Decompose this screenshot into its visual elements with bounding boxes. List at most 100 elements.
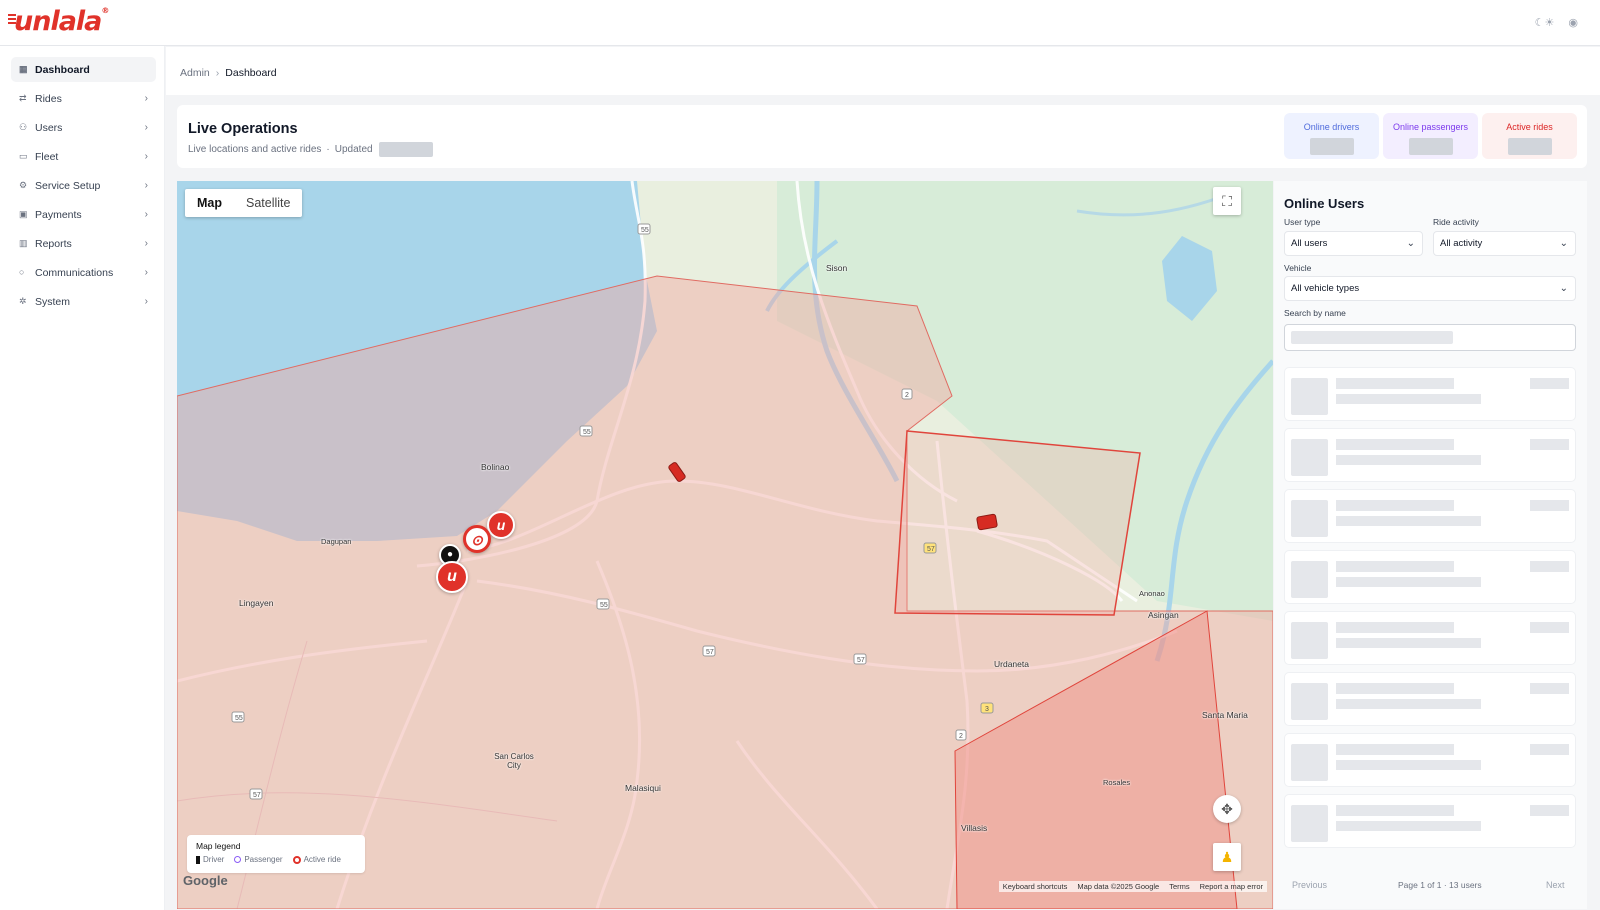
wallet-icon: ▣ — [19, 209, 28, 219]
map-place-label: Bolinao — [481, 462, 510, 472]
road-label: 55 — [641, 227, 649, 234]
online-users-panel: Online Users User type All users ⌄ Ride a… — [1274, 181, 1587, 909]
gear-icon: ✲ — [19, 296, 27, 306]
chevron-right-icon: › — [144, 238, 148, 249]
user-list-item-skeleton[interactable] — [1284, 367, 1576, 421]
active-ride-marker[interactable]: u — [436, 561, 468, 593]
chevron-right-icon: › — [144, 122, 148, 133]
user-type-label: User type — [1284, 217, 1321, 227]
sidebar-item-fleet[interactable]: ▭ Fleet › — [11, 144, 156, 169]
breadcrumb-current: Dashboard — [225, 67, 277, 79]
road-label: 2 — [905, 392, 909, 399]
search-label: Search by name — [1284, 308, 1346, 318]
map-type-map-button[interactable]: Map — [185, 189, 234, 217]
road-label: 55 — [235, 715, 243, 722]
pager-previous-button[interactable]: Previous — [1292, 880, 1327, 890]
map-type-satellite-button[interactable]: Satellite — [234, 189, 302, 217]
user-list-item-skeleton[interactable] — [1284, 550, 1576, 604]
map-place-label: Sison — [826, 263, 848, 273]
map-place-label: Anonao — [1139, 589, 1165, 598]
users-icon: ⚇ — [19, 122, 28, 132]
map-legend: Map legend Driver Passenger Active ride — [187, 835, 365, 873]
updated-time-placeholder — [378, 142, 433, 157]
brand-name: unlala — [14, 6, 102, 37]
page-title: Live Operations — [188, 121, 298, 137]
chevron-right-icon: › — [144, 93, 148, 104]
sidebar-item-communications[interactable]: ○ Communications › — [11, 260, 156, 285]
sidebar-item-dashboard[interactable]: ▦ Dashboard — [11, 57, 156, 82]
theme-toggle-icon[interactable]: ☾☀ — [1535, 16, 1555, 29]
road-label: 57 — [927, 546, 935, 553]
user-type-select[interactable]: All users ⌄ — [1284, 231, 1423, 256]
sidebar-item-payments[interactable]: ▣ Payments › — [11, 202, 156, 227]
chevron-right-icon: › — [144, 296, 148, 307]
vehicle-select[interactable]: All vehicle types ⌄ — [1284, 276, 1576, 301]
active-ride-marker[interactable]: u — [487, 511, 515, 539]
user-list-item-skeleton[interactable] — [1284, 672, 1576, 726]
route-icon: ⇄ — [19, 93, 27, 103]
legend-active-ride: Active ride — [292, 855, 341, 864]
breadcrumb: Admin › Dashboard — [180, 67, 277, 79]
street-view-pegman-icon[interactable]: ♟ — [1213, 843, 1241, 871]
chevron-right-icon: › — [144, 151, 148, 162]
road-label: 57 — [706, 649, 714, 656]
chevron-down-icon: ⌄ — [1559, 283, 1568, 294]
map-place-label: Lingayen — [239, 598, 274, 608]
map-type-toggle: Map Satellite — [185, 189, 303, 217]
stat-value-placeholder — [1309, 138, 1354, 155]
vehicle-label: Vehicle — [1284, 263, 1312, 273]
stat-online-drivers: Online drivers — [1284, 113, 1379, 159]
stat-active-rides: Active rides — [1482, 113, 1577, 159]
car-icon: ▭ — [19, 151, 28, 161]
grid-icon: ▦ — [19, 64, 28, 74]
recenter-icon[interactable]: ✥ — [1213, 795, 1241, 823]
live-map[interactable]: 55 55 2 57 57 55 55 2 3 57 57 Sison Boli… — [177, 181, 1273, 909]
user-list-item-skeleton[interactable] — [1284, 489, 1576, 543]
ride-activity-label: Ride activity — [1433, 217, 1479, 227]
breadcrumb-admin[interactable]: Admin — [180, 67, 210, 79]
road-label: 55 — [583, 429, 591, 436]
legend-driver: Driver — [196, 855, 224, 864]
brand-logo[interactable]: unlala® — [8, 6, 109, 37]
settings-grid-icon: ⚙ — [19, 180, 28, 190]
active-ride-marker[interactable]: ⊙ — [463, 525, 491, 553]
user-list-item-skeleton[interactable] — [1284, 733, 1576, 787]
sidebar-item-rides[interactable]: ⇄ Rides › — [11, 86, 156, 111]
sidebar-item-system[interactable]: ✲ System › — [11, 289, 156, 314]
user-list-item-skeleton[interactable] — [1284, 794, 1576, 848]
road-label: 3 — [985, 706, 989, 713]
map-attribution: Keyboard shortcuts Map data ©2025 Google… — [998, 881, 1267, 892]
road-label: 57 — [253, 792, 261, 799]
sidebar-item-service-setup[interactable]: ⚙ Service Setup › — [11, 173, 156, 198]
pager-info: Page 1 of 1 · 13 users — [1398, 880, 1482, 890]
bar-chart-icon: ▥ — [19, 238, 28, 248]
panel-title: Online Users — [1284, 196, 1365, 211]
map-place-label: San Carlos City — [494, 752, 534, 770]
map-place-label: Santa Maria — [1202, 710, 1248, 720]
chevron-down-icon: ⌄ — [1406, 238, 1415, 249]
chevron-down-icon: ⌄ — [1559, 238, 1568, 249]
map-place-label: Rosales — [1103, 778, 1131, 787]
road-label: 57 — [857, 657, 865, 664]
user-list-item-skeleton[interactable] — [1284, 611, 1576, 665]
fullscreen-icon[interactable]: ⛶ — [1213, 187, 1241, 215]
live-operations-header: Live Operations Live locations and activ… — [177, 105, 1587, 168]
google-logo: Google — [183, 873, 228, 888]
ride-activity-select[interactable]: All activity ⌄ — [1433, 231, 1576, 256]
breadcrumb-bar: Admin › Dashboard — [166, 47, 1600, 95]
account-icon[interactable]: ◉ — [1568, 16, 1578, 29]
chevron-right-icon: › — [144, 180, 148, 191]
map-place-label: Malasiqui — [625, 783, 661, 793]
road-label: 2 — [959, 733, 963, 740]
sidebar-item-reports[interactable]: ▥ Reports › — [11, 231, 156, 256]
map-place-label: Villasis — [961, 823, 988, 833]
chevron-right-icon: › — [144, 267, 148, 278]
sidebar-item-users[interactable]: ⚇ Users › — [11, 115, 156, 140]
road-label: 55 — [600, 602, 608, 609]
top-bar: unlala® ☾☀ ◉ — [0, 0, 1600, 46]
sidebar: ▦ Dashboard ⇄ Rides › ⚇ Users › ▭ Fleet › ⚙ Serv… — [0, 46, 165, 910]
search-input[interactable] — [1284, 324, 1576, 351]
user-list-item-skeleton[interactable] — [1284, 428, 1576, 482]
stat-value-placeholder — [1408, 138, 1453, 155]
pager-next-button[interactable]: Next — [1546, 880, 1565, 890]
